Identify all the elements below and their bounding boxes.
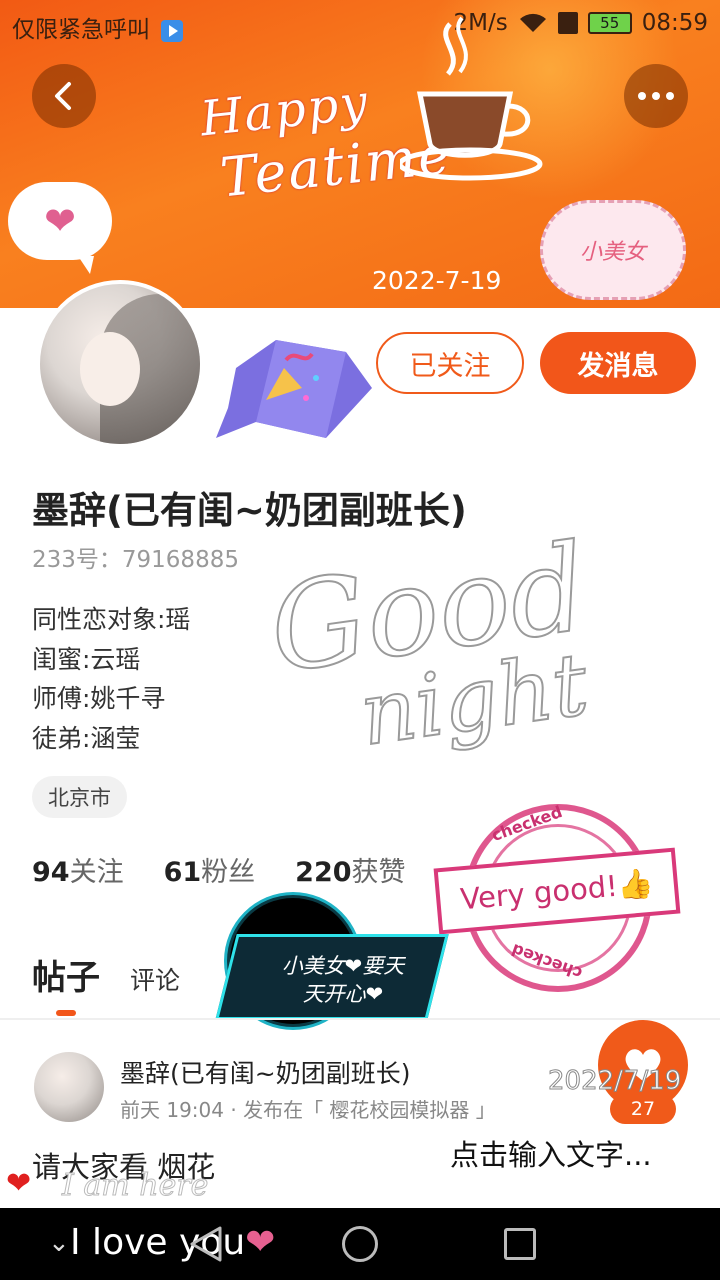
post-author-avatar[interactable]	[34, 1052, 104, 1122]
profile-avatar[interactable]	[36, 280, 204, 448]
media-play-icon	[161, 19, 184, 42]
bio-line: 徒弟:涵莹	[32, 723, 141, 753]
system-nav-bar: ⌄ I love you❤	[0, 1208, 720, 1280]
cloud-tag-sticker: 小美女	[540, 200, 686, 300]
bio-line: 闺蜜:云瑶	[32, 644, 141, 674]
profile-name: 墨辞(已有闺~奶团副班长)	[32, 489, 467, 532]
heart-icon: ❤	[44, 199, 76, 243]
likes-stat[interactable]: 220获赞	[295, 850, 405, 889]
heart-bubble-sticker[interactable]: ❤	[8, 182, 112, 274]
profile-banner: 仅限紧急呼叫 2M/s 55 08:59 Happy Teatime 2022-…	[0, 0, 720, 308]
red-heart-icon: ❤	[6, 1166, 32, 1201]
chevron-down-icon[interactable]: ⌄	[48, 1228, 70, 1258]
carrier-text: 仅限紧急呼叫	[12, 17, 150, 43]
content-tabs: 帖子 评论	[32, 950, 180, 1016]
party-gem-badge-icon	[216, 340, 372, 438]
neon-text-line: 小美女❤要天	[281, 954, 405, 978]
nav-back-icon[interactable]	[188, 1224, 224, 1264]
sim-alert-icon	[557, 12, 578, 34]
neon-text-line: 天开心❤	[302, 982, 384, 1006]
following-label: 关注	[69, 857, 124, 888]
i-love-you-sticker: I love you❤	[70, 1222, 275, 1263]
profile-stats: 94关注 61粉丝 220获赞	[32, 850, 406, 889]
profile-bio: 同性恋对象:瑶 闺蜜:云瑶 师傅:姚千寻 徒弟:涵莹	[32, 600, 190, 758]
tab-posts[interactable]: 帖子	[32, 950, 100, 1016]
following-count: 94	[32, 857, 70, 888]
neon-text: 小美女❤要天 天开心❤	[248, 952, 438, 1008]
battery-icon: 55	[587, 12, 632, 34]
bio-line: 同性恋对象:瑶	[32, 605, 191, 634]
status-bar: 仅限紧急呼叫 2M/s 55 08:59	[0, 0, 720, 50]
tabs-divider	[0, 1018, 720, 1020]
send-message-button[interactable]: 发消息	[540, 332, 696, 394]
more-dots-icon	[638, 92, 674, 100]
love-heart-icon: ❤	[245, 1222, 276, 1263]
like-count-badge: 27	[610, 1094, 676, 1124]
post-author-name[interactable]: 墨辞(已有闺~奶团副班长)	[120, 1054, 410, 1090]
post-meta: 前天 19:04 · 发布在「 樱花校园模拟器 」	[120, 1098, 496, 1122]
banner-date: 2022-7-19	[372, 266, 502, 295]
tab-comments[interactable]: 评论	[130, 961, 180, 997]
status-left: 仅限紧急呼叫	[12, 10, 184, 44]
good-night-sticker: Good night	[250, 518, 670, 810]
very-good-stamp-sticker: checked checked Very good!👍	[433, 800, 681, 996]
fans-stat[interactable]: 61粉丝	[164, 850, 256, 889]
bio-line: 师傅:姚千寻	[32, 684, 166, 713]
nav-home-icon[interactable]	[342, 1226, 378, 1262]
neon-sticker: 小美女❤要天 天开心❤	[215, 898, 449, 1026]
i-am-here-sticker: I am here	[61, 1168, 209, 1204]
fans-label: 粉丝	[201, 857, 256, 888]
back-button[interactable]	[32, 64, 96, 128]
likes-count: 220	[295, 857, 352, 888]
following-stat[interactable]: 94关注	[32, 850, 124, 889]
city-tag[interactable]: 北京市	[32, 776, 127, 818]
profile-uid: 233号：79168885	[32, 547, 239, 573]
fans-count: 61	[163, 857, 202, 888]
nav-recents-icon[interactable]	[504, 1228, 536, 1260]
chevron-left-icon	[55, 82, 71, 110]
status-time: 08:59	[641, 10, 708, 36]
text-input-hint[interactable]: 点击输入文字...	[450, 1132, 652, 1174]
followed-button[interactable]: 已关注	[376, 332, 524, 394]
teacup-icon	[400, 16, 543, 181]
more-options-button[interactable]	[624, 64, 688, 128]
overlay-date-text: 2022/7/19	[547, 1066, 682, 1097]
likes-label: 获赞	[351, 857, 406, 888]
